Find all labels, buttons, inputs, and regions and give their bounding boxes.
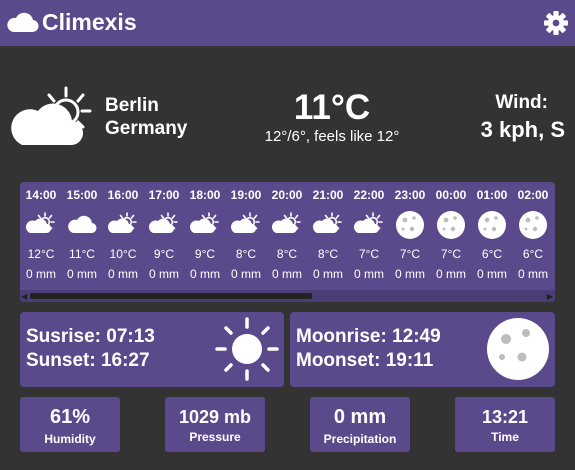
partly-cloudy-day-icon <box>230 212 262 239</box>
app-title: Climexis <box>42 9 137 35</box>
hour-precipitation: 0 mm <box>231 267 261 281</box>
hour-precipitation: 0 mm <box>149 267 179 281</box>
hour-time: 20:00 <box>271 188 303 202</box>
hour-temperature: 7°C <box>358 247 380 261</box>
partly-cloudy-day-icon <box>312 212 344 239</box>
precipitation-value: 0 mm <box>333 406 387 428</box>
hour-precipitation: 0 mm <box>108 267 138 281</box>
cloud-logo-icon <box>7 12 39 33</box>
hour-time: 19:00 <box>230 188 262 202</box>
current-temperature: 11°C <box>293 88 371 127</box>
hour-temperature: 7°C <box>440 247 462 261</box>
pressure-value: 1029 mb <box>178 407 252 427</box>
hour-precipitation: 0 mm <box>354 267 384 281</box>
partly-cloudy-day-icon <box>107 212 139 239</box>
hour-temperature: 6°C <box>481 247 503 261</box>
moon-icon <box>394 209 426 246</box>
gear-icon[interactable] <box>544 11 568 35</box>
country-name: Germany <box>105 118 188 139</box>
hour-time: 16:00 <box>107 188 139 202</box>
wind-value: 3 kph, S <box>480 117 565 142</box>
moonset-time: Moonset: 19:11 <box>296 350 434 371</box>
wind-label: Wind: <box>495 92 548 113</box>
sunrise-time: Susrise: 07:13 <box>26 326 155 347</box>
hour-time: 14:00 <box>25 188 57 202</box>
hour-time: 15:00 <box>66 188 98 202</box>
moonrise-time: Moonrise: 12:49 <box>296 326 441 347</box>
time-tile: 13:21 Time <box>455 397 555 452</box>
hour-precipitation: 0 mm <box>395 267 425 281</box>
partly-cloudy-day-icon <box>11 86 92 146</box>
partly-cloudy-day-icon <box>189 212 221 239</box>
hour-time: 17:00 <box>148 188 180 202</box>
partly-cloudy-day-icon <box>25 212 57 239</box>
hour-precipitation: 0 mm <box>436 267 466 281</box>
humidity-label: Humidity <box>44 432 96 446</box>
moon-card: Moonrise: 12:49 Moonset: 19:11 <box>290 312 555 387</box>
humidity-value: 61% <box>49 406 91 428</box>
horizontal-scrollbar[interactable]: ◀ ▶ <box>20 290 555 302</box>
location: Berlin Germany <box>105 94 187 140</box>
hour-temperature: 8°C <box>276 247 298 261</box>
hour-precipitation: 0 mm <box>190 267 220 281</box>
scroll-right-icon[interactable]: ▶ <box>547 292 553 301</box>
precipitation-label: Precipitation <box>323 432 397 446</box>
hour-temperature: 6°C <box>522 247 544 261</box>
sun-icon <box>215 317 279 381</box>
hour-time: 00:00 <box>435 188 467 202</box>
humidity-tile: 61% Humidity <box>20 397 120 452</box>
hour-precipitation: 0 mm <box>272 267 302 281</box>
time-value: 13:21 <box>481 407 529 427</box>
pressure-label: Pressure <box>189 430 241 444</box>
hour-temperature: 8°C <box>235 247 257 261</box>
moon-icon <box>517 209 549 246</box>
sunset-time: Sunset: 16:27 <box>26 350 150 371</box>
hourly-forecast[interactable]: 14:00 12°C 0 mm 15:00 11°C 0 mm 16:00 10°C 0 mm 1… <box>20 182 555 302</box>
partly-cloudy-day-icon <box>271 212 303 239</box>
hour-temperature: 9°C <box>194 247 216 261</box>
time-label: Time <box>491 430 519 444</box>
scroll-left-icon[interactable]: ◀ <box>21 292 27 301</box>
partly-cloudy-day-icon <box>148 212 180 239</box>
hour-time: 22:00 <box>353 188 385 202</box>
hour-precipitation: 0 mm <box>477 267 507 281</box>
hour-time: 18:00 <box>189 188 221 202</box>
hour-time: 01:00 <box>476 188 508 202</box>
hour-time: 02:00 <box>517 188 549 202</box>
precipitation-tile: 0 mm Precipitation <box>310 397 410 452</box>
moon-icon <box>435 209 467 246</box>
moon-icon <box>487 318 549 380</box>
cloud-icon <box>66 212 98 239</box>
hour-time: 21:00 <box>312 188 344 202</box>
hour-precipitation: 0 mm <box>313 267 343 281</box>
sun-card: Susrise: 07:13 Sunset: 16:27 <box>20 312 284 387</box>
top-bar: Climexis <box>0 0 575 46</box>
partly-cloudy-day-icon <box>353 212 385 239</box>
hour-temperature: 9°C <box>153 247 175 261</box>
hour-precipitation: 0 mm <box>67 267 97 281</box>
city-name: Berlin <box>105 95 159 116</box>
scroll-thumb[interactable] <box>30 293 312 299</box>
hour-temperature: 7°C <box>399 247 421 261</box>
moon-icon <box>476 209 508 246</box>
hour-precipitation: 0 mm <box>26 267 56 281</box>
hour-temperature: 12°C <box>27 247 55 261</box>
hour-temperature: 11°C <box>69 247 95 261</box>
hour-precipitation: 0 mm <box>518 267 548 281</box>
hour-time: 23:00 <box>394 188 426 202</box>
hour-temperature: 8°C <box>317 247 339 261</box>
temperature-summary: 12°/6°, feels like 12° <box>264 128 400 145</box>
hour-temperature: 10°C <box>109 247 137 261</box>
pressure-tile: 1029 mb Pressure <box>165 397 265 452</box>
